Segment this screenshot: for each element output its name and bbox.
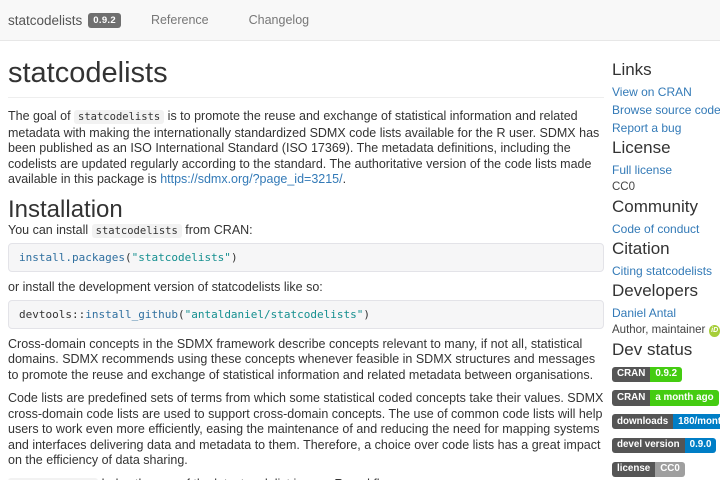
code-package: devtools [19, 308, 72, 321]
installation-heading: Installation [8, 196, 604, 223]
inline-code-statcodelists: statcodelists [92, 224, 182, 238]
sidebar-link-report-bug[interactable]: Report a bug [612, 121, 720, 135]
badge-value: a month ago [650, 390, 718, 405]
navbar-brand-label: statcodelists [8, 13, 82, 28]
badge-value: CC0 [655, 462, 685, 477]
sidebar-link-code-of-conduct[interactable]: Code of conduct [612, 222, 720, 236]
sidebar-link-browse-source[interactable]: Browse source code [612, 103, 720, 117]
sidebar: Links View on CRAN Browse source code Re… [612, 41, 720, 480]
sidebar-heading-developers: Developers [612, 282, 720, 300]
page-title: statcodelists [8, 57, 604, 89]
badge-label: devel version [612, 438, 685, 453]
badge-value: 0.9.2 [650, 367, 682, 382]
sdmx-link[interactable]: https://sdmx.org/?page_id=3215/ [160, 172, 342, 186]
orcid-icon[interactable]: iD [709, 325, 720, 337]
sidebar-link-maintainer[interactable]: Daniel Antal [612, 306, 720, 320]
code-namespace-operator: :: [72, 308, 85, 321]
sidebar-heading-citation: Citation [612, 240, 720, 258]
intro-suffix: . [343, 172, 346, 186]
cran-prefix: You can install [8, 223, 92, 237]
badge-label: license [612, 462, 655, 477]
code-string: "statcodelists" [132, 251, 231, 264]
code-block-install: install.packages("statcodelists") [8, 243, 604, 272]
badge-row: devel version0.9.0 [612, 436, 720, 453]
badge-value: 0.9.0 [685, 438, 717, 453]
title-divider [8, 97, 604, 98]
crossdomain-paragraph: Cross-domain concepts in the SDMX framew… [8, 337, 604, 384]
sidebar-link-view-on-cran[interactable]: View on CRAN [612, 85, 720, 99]
navbar: statcodelists 0.9.2 Reference Changelog [0, 0, 720, 41]
maintainer-role-label: Author, maintainer [612, 324, 705, 337]
badge-row: CRANa month ago [612, 389, 720, 406]
navbar-brand[interactable]: statcodelists 0.9.2 [8, 13, 121, 28]
badge-label: CRAN [612, 390, 650, 405]
nav-link-reference[interactable]: Reference [141, 13, 219, 27]
code-paren: ( [125, 251, 132, 264]
code-paren: ( [178, 308, 185, 321]
intro-paragraph: The goal of statcodelists is to promote … [8, 109, 604, 188]
badge-downloads[interactable]: downloads180/month [612, 414, 720, 429]
code-function: install.packages [19, 251, 125, 264]
inline-code-statcodelists: statcodelists [74, 110, 164, 124]
sidebar-heading-links: Links [612, 61, 720, 79]
intro-prefix: The goal of [8, 109, 74, 123]
code-paren: ) [231, 251, 238, 264]
badge-license[interactable]: licenseCC0 [612, 462, 685, 477]
dev-install-paragraph: or install the development version of st… [8, 280, 604, 296]
cran-install-paragraph: You can install statcodelists from CRAN: [8, 223, 604, 240]
nav-link-changelog[interactable]: Changelog [239, 13, 319, 27]
main-content: statcodelists The goal of statcodelists … [8, 41, 604, 480]
badge-cran-release-age[interactable]: CRANa month ago [612, 390, 719, 405]
sidebar-link-citing[interactable]: Citing statcodelists [612, 264, 720, 278]
code-paren: ) [363, 308, 370, 321]
badge-row: CRAN0.9.2 [612, 365, 720, 382]
cran-suffix: from CRAN: [182, 223, 253, 237]
sidebar-heading-community: Community [612, 198, 720, 216]
sidebar-link-full-license[interactable]: Full license [612, 163, 720, 177]
workflow-paragraph: statcodelists helps the use of the lates… [8, 477, 604, 480]
badge-label: downloads [612, 414, 673, 429]
code-function: install_github [85, 308, 178, 321]
badge-cran-version[interactable]: CRAN0.9.2 [612, 367, 682, 382]
codelists-paragraph: Code lists are predefined sets of terms … [8, 391, 604, 469]
page-container: statcodelists The goal of statcodelists … [0, 41, 720, 480]
license-name: CC0 [612, 181, 720, 194]
badge-label: CRAN [612, 367, 650, 382]
badge-row: downloads180/month [612, 413, 720, 430]
code-block-devtools: devtools::install_github("antaldaniel/st… [8, 300, 604, 329]
sidebar-heading-dev-status: Dev status [612, 341, 720, 359]
code-string: "antaldaniel/statcodelists" [185, 308, 364, 321]
badge-value: 180/month [673, 414, 720, 429]
sidebar-heading-license: License [612, 139, 720, 157]
badge-row: licenseCC0 [612, 460, 720, 477]
maintainer-role: Author, maintainer iD [612, 324, 720, 337]
version-badge: 0.9.2 [88, 13, 121, 28]
workflow-text: helps the use of the latest codelist in … [98, 477, 398, 480]
badge-devel-version[interactable]: devel version0.9.0 [612, 438, 716, 453]
